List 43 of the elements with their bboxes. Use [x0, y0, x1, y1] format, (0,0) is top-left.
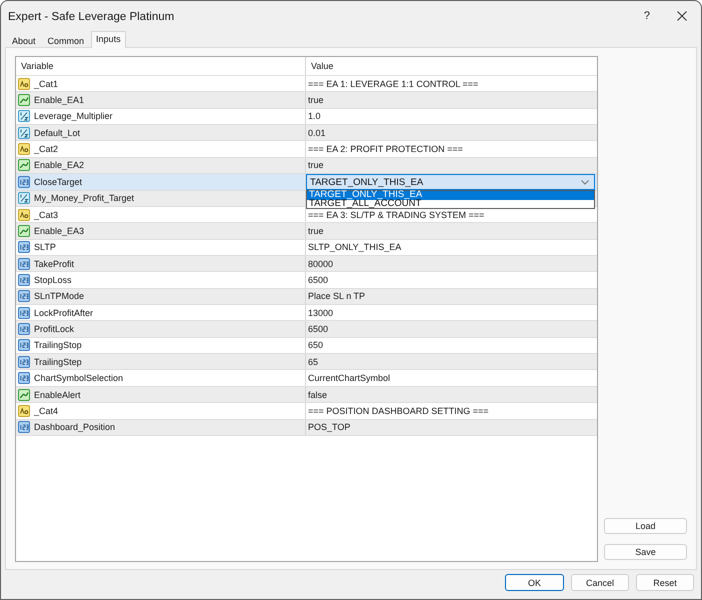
- window-title: Expert - Safe Leverage Platinum: [8, 10, 176, 23]
- variable-name: TakeProfit: [34, 258, 74, 269]
- cell-value: === EA 3: SL/TP & TRADING SYSTEM ===: [308, 210, 484, 220]
- cell-value: POS_TOP: [308, 422, 350, 432]
- variable-name: My_Money_Profit_Target: [34, 193, 134, 204]
- variable-name: Default_Lot: [34, 128, 80, 138]
- variable-name: ProfitLock: [34, 324, 74, 334]
- variable-name: Enable_EA1: [34, 95, 84, 106]
- variable-name: LockProfitAfter: [34, 308, 94, 318]
- variable-name: _Cat2: [34, 144, 58, 154]
- cell-value: SLTP_ONLY_THIS_EA: [308, 242, 402, 252]
- cell-value: 650: [308, 340, 324, 350]
- cell-value: === POSITION DASHBOARD SETTING ===: [308, 406, 489, 416]
- cell-value: === EA 2: PROFIT PROTECTION ===: [308, 144, 463, 154]
- variable-name: SLnTPMode: [34, 291, 84, 302]
- cell-value: 6500: [308, 274, 328, 285]
- cell-value: 6500: [308, 324, 328, 334]
- variable-name: Leverage_Multiplier: [34, 111, 113, 122]
- variable-name: TrailingStep: [34, 356, 82, 367]
- cell-value: 65: [308, 356, 318, 367]
- variable-name: TrailingStop: [34, 340, 82, 350]
- variable-name: ChartSymbolSelection: [34, 373, 124, 384]
- cell-value: true: [308, 95, 324, 106]
- cell-value: 13000: [308, 308, 334, 318]
- cell-value: true: [308, 160, 324, 170]
- cell-value: true: [308, 226, 324, 236]
- cell-value: 0.01: [308, 128, 326, 138]
- cell-value: false: [308, 390, 328, 400]
- cell-value: CurrentChartSymbol: [308, 373, 390, 384]
- variable-name: Enable_EA3: [34, 226, 84, 236]
- cell-value: === EA 1: LEVERAGE 1:1 CONTROL ===: [308, 78, 478, 89]
- cell-value: Place SL n TP: [308, 291, 366, 302]
- variable-name: SLTP: [34, 242, 56, 252]
- cell-value: 80000: [308, 258, 334, 269]
- variable-name: Dashboard_Position: [34, 422, 116, 432]
- variable-name: StopLoss: [34, 274, 72, 285]
- variable-name: CloseTarget: [34, 176, 82, 187]
- cell-value: 1.0: [308, 111, 321, 122]
- variable-name: _Cat3: [34, 210, 58, 220]
- variable-name: _Cat4: [34, 406, 58, 416]
- variable-name: _Cat1: [34, 78, 58, 89]
- variable-name: EnableAlert: [34, 390, 81, 400]
- variable-name: Enable_EA2: [34, 160, 84, 170]
